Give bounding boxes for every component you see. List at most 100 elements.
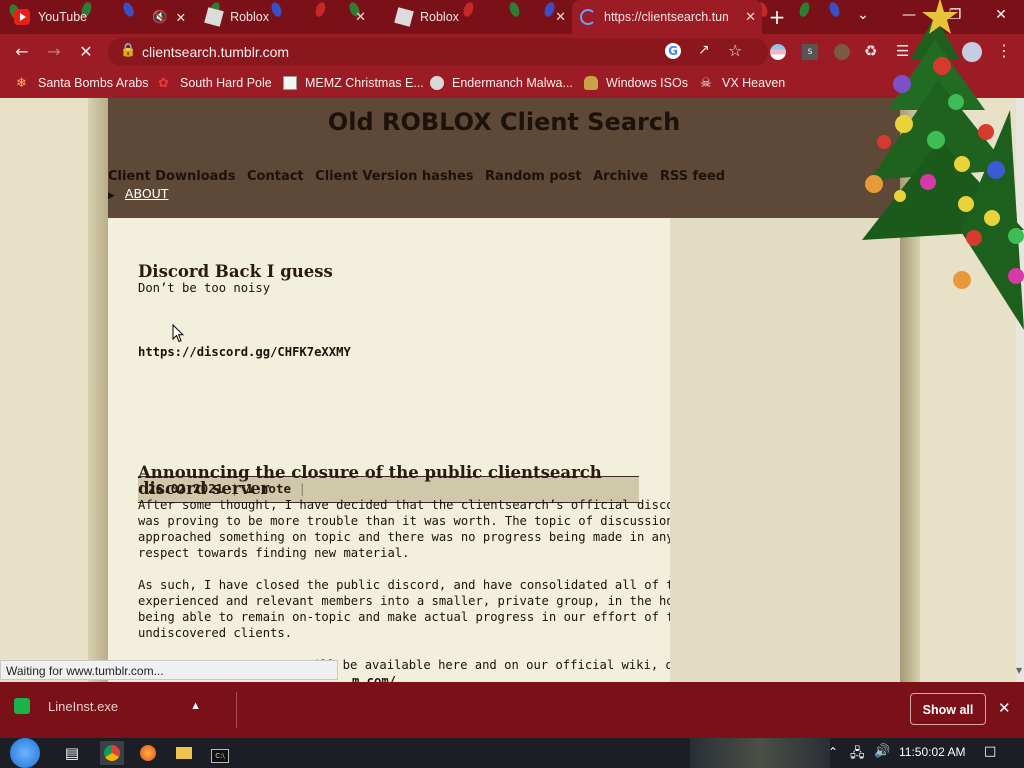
- task-view-icon[interactable]: ▤: [60, 741, 84, 765]
- command-prompt-icon[interactable]: C:\: [208, 741, 232, 765]
- wolf-icon: [430, 76, 444, 90]
- extension-flag-icon[interactable]: [770, 44, 786, 60]
- tab-roblox-1[interactable]: 🔇 ✕ Roblox ✕: [152, 0, 372, 34]
- page-border-left: [88, 98, 108, 682]
- tab-label: https://clientsearch.tum: [604, 10, 728, 24]
- scroll-down-arrow-icon[interactable]: ▼: [1016, 666, 1022, 675]
- post-subtitle: Don’t be too noisy: [138, 281, 271, 295]
- site-nav: Client Downloads Contact Client Version …: [108, 169, 732, 184]
- post-paragraph-line: experienced and relevant members into a …: [138, 594, 718, 608]
- download-shelf: LineInst.exe ▲ Show all ✕: [0, 682, 1024, 738]
- post-paragraph-line: being able to remain on-topic and make a…: [138, 610, 718, 624]
- nav-client-downloads[interactable]: Client Downloads: [108, 169, 235, 184]
- google-lens-icon[interactable]: G: [665, 43, 681, 59]
- nav-rss-feed[interactable]: RSS feed: [660, 169, 725, 184]
- fire-icon: ❄: [16, 75, 27, 90]
- download-filename: LineInst.exe: [48, 698, 119, 714]
- stop-loading-button[interactable]: ✕: [74, 40, 98, 64]
- disclosure-triangle-icon[interactable]: ▶: [108, 191, 115, 201]
- network-icon[interactable]: 🖧: [850, 744, 865, 766]
- bookmark-item[interactable]: MEMZ Christmas E...: [283, 76, 424, 90]
- roblox-icon: [394, 7, 414, 27]
- meta-separator: |: [298, 481, 307, 496]
- post-paragraph-line: will be available here and on our offici…: [306, 658, 695, 672]
- bookmark-label: South Hard Pole: [180, 76, 272, 90]
- tab-label: YouTube: [38, 10, 88, 24]
- tab-youtube[interactable]: YouTube: [14, 0, 142, 34]
- status-bar: Waiting for www.tumblr.com...: [0, 660, 338, 680]
- skull-icon: ☠: [700, 75, 712, 90]
- post-title[interactable]: Discord Back I guess: [138, 263, 333, 280]
- close-shelf-icon[interactable]: ✕: [998, 699, 1011, 717]
- bookmark-item[interactable]: ✿ South Hard Pole: [158, 76, 272, 91]
- file-explorer-icon[interactable]: [172, 741, 196, 765]
- bookmark-star-icon[interactable]: ☆: [728, 41, 742, 60]
- volume-icon[interactable]: 🔊: [874, 744, 890, 759]
- close-tab-icon[interactable]: ✕: [176, 10, 186, 25]
- about-row: ▶ ABOUT: [108, 186, 168, 201]
- about-link[interactable]: ABOUT: [125, 186, 169, 201]
- close-tab-icon[interactable]: ✕: [355, 9, 366, 25]
- bookmark-label: VX Heaven: [722, 76, 786, 90]
- tab-clientsearch[interactable]: https://clientsearch.tum ✕: [572, 0, 762, 34]
- post-paragraph-line: undiscovered clients.: [138, 626, 293, 640]
- extension-s-icon[interactable]: s: [802, 44, 818, 60]
- post-paragraph-line: was proving to be more trouble than it w…: [138, 514, 725, 528]
- line-app-icon: [14, 698, 30, 714]
- person-icon: [584, 76, 598, 90]
- nav-random-post[interactable]: Random post: [485, 169, 582, 184]
- bookmark-label: Endermanch Malwa...: [452, 76, 573, 90]
- address-bar[interactable]: 🔒 clientsearch.tumblr.com G ↗ ☆: [108, 38, 768, 66]
- site-header: Old ROBLOX Client Search Client Download…: [108, 98, 900, 218]
- lock-icon: 🔒: [120, 43, 137, 58]
- windows-taskbar: ▤ C:\ ⌃ 🖧 🔊 11:50:02 AM □: [0, 738, 1024, 768]
- page-icon: [283, 76, 297, 90]
- bookmark-label: Windows ISOs: [606, 76, 688, 90]
- start-button[interactable]: [10, 738, 40, 768]
- christmas-light-icon: [797, 0, 812, 19]
- post-paragraph-line: respect towards finding new material.: [138, 546, 410, 560]
- show-hidden-icons-icon[interactable]: ⌃: [828, 745, 838, 759]
- tab-roblox-2[interactable]: Roblox ✕: [392, 0, 572, 34]
- nav-contact[interactable]: Contact: [247, 169, 304, 184]
- chevron-up-icon[interactable]: ▲: [190, 700, 201, 712]
- chrome-icon[interactable]: [100, 741, 124, 765]
- nav-client-version-hashes[interactable]: Client Version hashes: [315, 169, 473, 184]
- roblox-icon: [204, 7, 224, 27]
- shelf-divider: [236, 692, 237, 728]
- page-margin-left: [0, 98, 92, 682]
- firefox-icon[interactable]: [136, 741, 160, 765]
- loading-spinner-icon: [580, 9, 596, 25]
- post-paragraph-line: After some thought, I have decided that …: [138, 498, 740, 512]
- bookmark-item[interactable]: Endermanch Malwa...: [430, 76, 573, 90]
- back-button[interactable]: ←: [10, 40, 34, 64]
- post-paragraph-line: approached something on topic and there …: [138, 530, 674, 544]
- tab-label: Roblox: [230, 10, 269, 24]
- post-paragraph-line: As such, I have closed the public discor…: [138, 578, 725, 592]
- new-tab-button[interactable]: +: [766, 6, 788, 28]
- share-icon[interactable]: ↗: [698, 42, 710, 58]
- post-link[interactable]: https://discord.gg/CHFK7eXXMY: [138, 344, 351, 360]
- taskbar-background-image: [690, 738, 830, 768]
- taskbar-clock[interactable]: 11:50:02 AM: [899, 745, 966, 759]
- close-tab-icon[interactable]: ✕: [745, 9, 756, 25]
- bookmark-item[interactable]: Windows ISOs: [584, 76, 688, 90]
- mouse-cursor-icon: [172, 324, 184, 343]
- forward-button[interactable]: →: [42, 40, 66, 64]
- post-title-line2[interactable]: discord server: [138, 480, 269, 497]
- post-paragraph-line[interactable]: m.com/: [352, 673, 396, 682]
- speaker-muted-icon: 🔇: [152, 9, 168, 24]
- url-text: clientsearch.tumblr.com: [142, 44, 290, 60]
- post-list: Discord Back I guess Don’t be too noisy …: [108, 218, 740, 682]
- notification-icon[interactable]: □: [984, 744, 996, 759]
- nav-archive[interactable]: Archive: [593, 169, 648, 184]
- show-all-button[interactable]: Show all: [910, 693, 986, 725]
- site-title[interactable]: Old ROBLOX Client Search: [108, 108, 900, 136]
- tab-label: Roblox: [420, 10, 459, 24]
- bookmark-label: MEMZ Christmas E...: [305, 76, 424, 90]
- close-tab-icon[interactable]: ✕: [555, 9, 566, 25]
- bookmark-label: Santa Bombs Arabs: [38, 76, 149, 90]
- bookmark-item[interactable]: ❄ Santa Bombs Arabs: [16, 75, 149, 91]
- bookmark-item[interactable]: ☠ VX Heaven: [700, 75, 786, 91]
- download-item[interactable]: LineInst.exe ▲: [14, 698, 201, 714]
